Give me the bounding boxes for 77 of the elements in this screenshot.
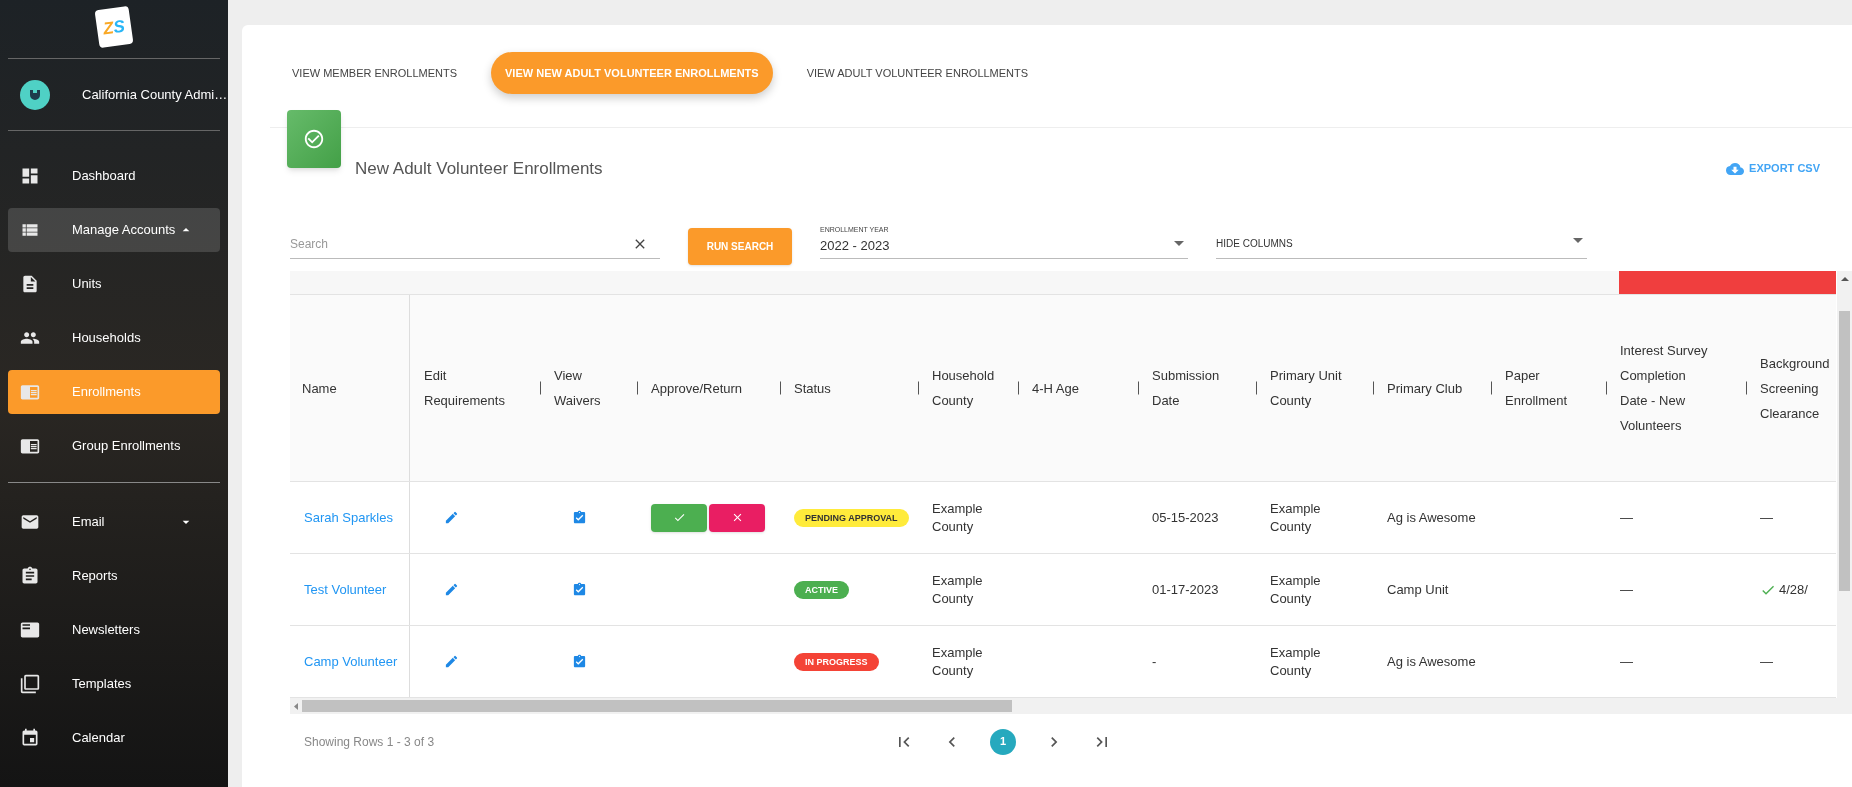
sidebar-item[interactable]: Reports: [8, 554, 220, 598]
scroll-up-icon[interactable]: [1840, 277, 1849, 281]
sidebar-item[interactable]: Manage Accounts: [8, 208, 220, 252]
table-cell: 01-17-2023: [1152, 580, 1219, 599]
clipboard-icon: [20, 566, 40, 586]
hide-columns-select[interactable]: HIDE COLUMNS: [1216, 229, 1587, 259]
table-cell: Ag is Awesome: [1387, 652, 1476, 671]
dropdown-caret-icon: [1174, 241, 1184, 246]
edit-icon[interactable]: [444, 510, 459, 525]
mail-icon: [20, 512, 40, 532]
column-header[interactable]: Primary Unit County: [1270, 363, 1362, 413]
enrollment-tab[interactable]: VIEW ADULT VOLUNTEER ENROLLMENTS: [792, 52, 1043, 94]
return-button[interactable]: [709, 503, 765, 532]
table-cell-text: Example County: [1270, 571, 1322, 608]
sidebar-item[interactable]: Group Enrollments: [8, 424, 220, 468]
table-cell: —: [1620, 580, 1633, 599]
table-cell: —: [1620, 652, 1633, 671]
sidebar-item[interactable]: Newsletters: [8, 608, 220, 652]
table-cell-text: Example County: [932, 571, 984, 608]
sidebar-item[interactable]: Email: [8, 500, 220, 544]
clipboard-check-icon[interactable]: [572, 582, 587, 597]
book-icon: [20, 436, 40, 456]
table-cell: —: [1760, 508, 1773, 527]
clipboard-check-icon[interactable]: [572, 510, 587, 525]
column-header[interactable]: View Waivers: [554, 363, 631, 413]
document-icon: [20, 274, 40, 294]
column-header[interactable]: Interest Survey Completion Date - New Volunteers: [1620, 338, 1712, 438]
table-cell: 4/28/: [1779, 580, 1808, 599]
approve-button[interactable]: [651, 503, 707, 532]
edit-icon[interactable]: [444, 654, 459, 669]
dropdown-caret-icon: [1573, 238, 1583, 243]
table-cell: —: [1760, 652, 1773, 671]
sidebar-item[interactable]: Templates: [8, 662, 220, 706]
column-header[interactable]: Primary Club: [1387, 375, 1463, 401]
scroll-left-icon[interactable]: [294, 702, 298, 710]
calendar-icon: [20, 728, 40, 748]
stacked-squares-icon: [20, 674, 40, 694]
rows-summary: Showing Rows 1 - 3 of 3: [304, 733, 436, 751]
newsletter-icon: [20, 620, 40, 640]
column-header[interactable]: Household County: [932, 363, 1012, 413]
dashboard-icon: [20, 166, 40, 186]
column-header[interactable]: 4-H Age: [1032, 375, 1079, 401]
status-badge: IN PROGRESS: [794, 652, 879, 671]
clipboard-check-icon[interactable]: [572, 654, 587, 669]
page-title: New Adult Volunteer Enrollments: [355, 157, 603, 180]
table-cell: -: [1152, 652, 1157, 671]
check-icon: [672, 511, 686, 524]
table-cell: —: [1620, 508, 1633, 527]
column-header[interactable]: Paper Enrollment: [1505, 363, 1597, 413]
edit-icon[interactable]: [444, 582, 459, 597]
table-cell-text: Example County: [932, 499, 984, 536]
logo-icon: ZS: [94, 5, 134, 49]
sidebar-item[interactable]: Calendar: [8, 716, 220, 760]
table-cell: Camp Unit: [1387, 580, 1449, 599]
column-header[interactable]: Approve/Return: [651, 375, 743, 401]
column-header[interactable]: Status: [794, 375, 831, 401]
sidebar-item[interactable]: Units: [8, 262, 220, 306]
enrollment-tab[interactable]: VIEW MEMBER ENROLLMENTS: [278, 52, 472, 94]
column-header[interactable]: Background Screening Clearance: [1760, 350, 1830, 426]
vertical-scrollbar[interactable]: [1837, 271, 1852, 714]
search-field[interactable]: Search: [290, 229, 660, 259]
table-cell-text: Example County: [1270, 643, 1322, 680]
user-name[interactable]: California County Admi…: [82, 84, 228, 105]
book-icon: [20, 382, 40, 402]
table-cell: Ag is Awesome: [1387, 508, 1476, 527]
avatar-icon: [20, 79, 50, 110]
column-header[interactable]: Edit Requirements: [424, 363, 516, 413]
sidebar-item[interactable]: Dashboard: [8, 154, 220, 198]
column-header[interactable]: Submission Date: [1152, 363, 1244, 413]
status-badge: ACTIVE: [794, 580, 849, 599]
status-badge: PENDING APPROVAL: [794, 508, 909, 527]
table-cell-text: Example County: [932, 643, 984, 680]
table-cell: 05-15-2023: [1152, 508, 1219, 527]
horizontal-scrollbar[interactable]: [290, 698, 1837, 714]
table-cell-text: Example County: [1270, 499, 1322, 536]
column-header[interactable]: Name: [302, 375, 337, 401]
sidebar-item[interactable]: Households: [8, 316, 220, 360]
